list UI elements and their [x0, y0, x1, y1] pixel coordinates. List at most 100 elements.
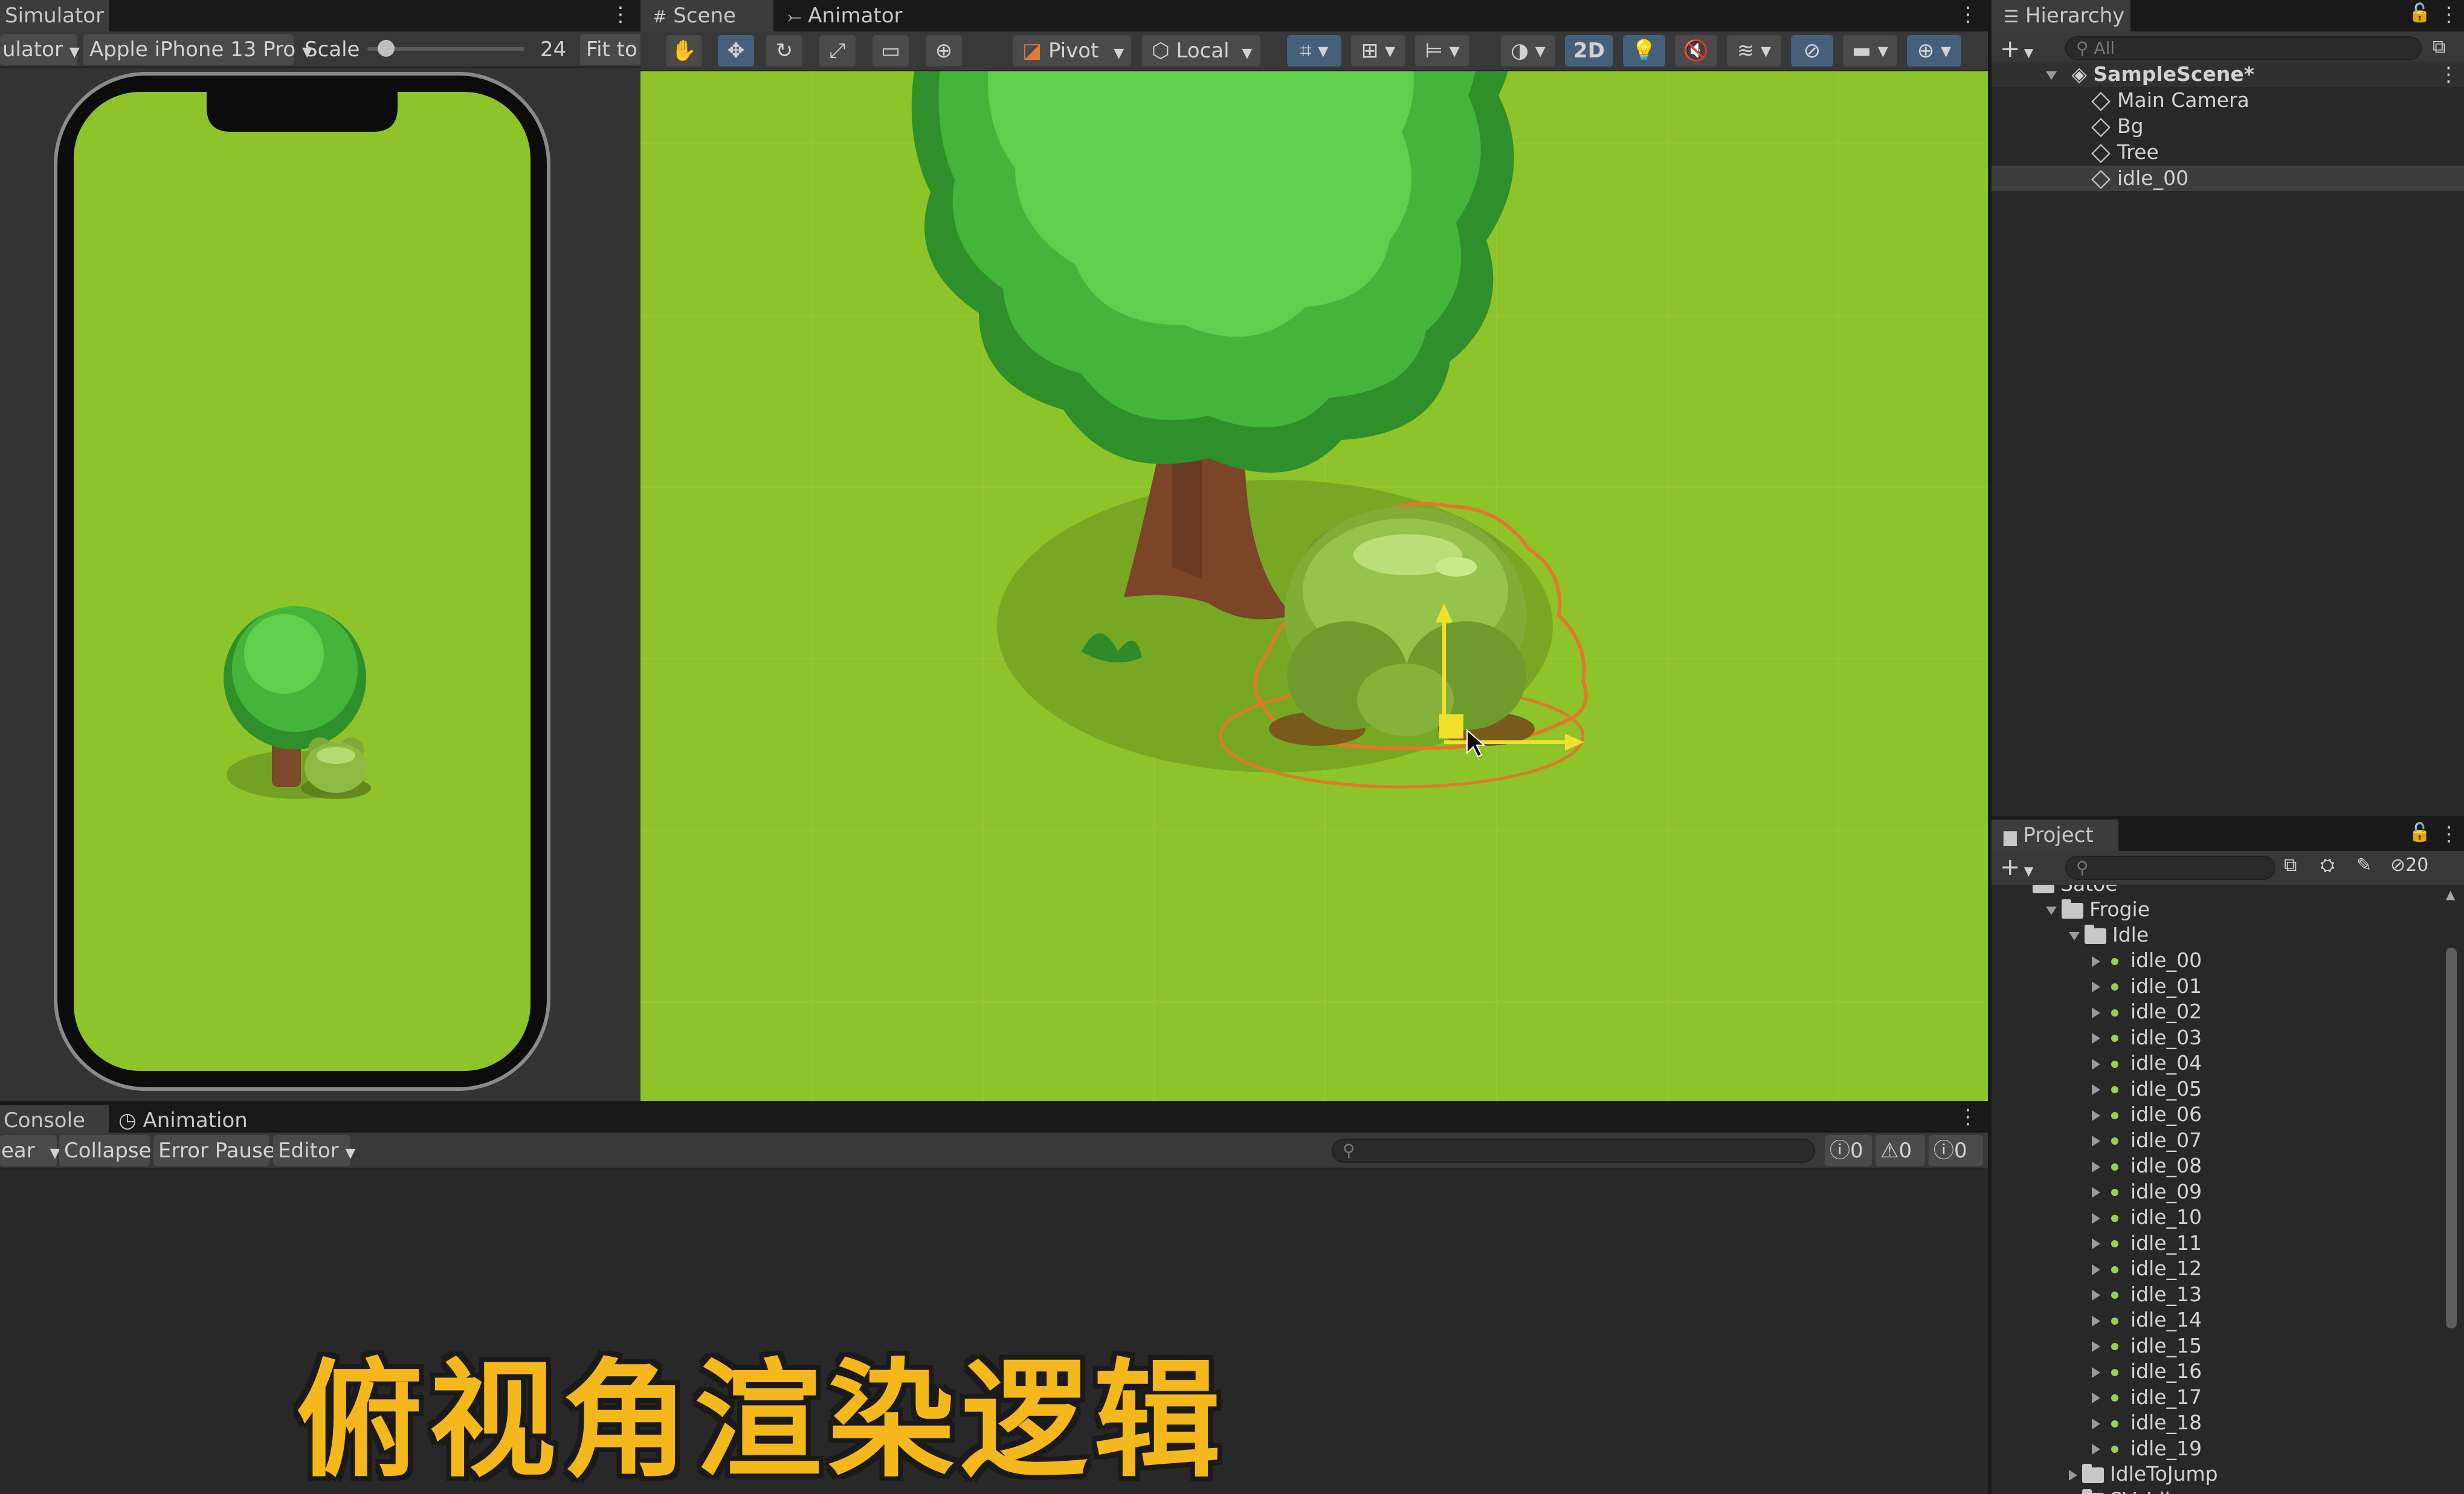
expand-arrow-icon[interactable]	[2092, 1084, 2100, 1095]
expand-arrow-icon[interactable]	[2092, 1033, 2100, 1044]
expand-arrow-icon[interactable]	[2092, 981, 2100, 992]
expand-arrow-icon[interactable]	[2092, 1161, 2100, 1172]
project-asset-row[interactable]: idle_02	[1992, 999, 2202, 1024]
project-asset-row[interactable]: idle_14	[1992, 1307, 2202, 1333]
project-asset-row[interactable]: idle_12	[1992, 1256, 2202, 1281]
error-filter-button[interactable]: ⓘ0	[1929, 1135, 1983, 1166]
tab-simulator[interactable]: Simulator	[0, 0, 109, 31]
expand-arrow-icon[interactable]	[2092, 1418, 2100, 1429]
favorites-icon[interactable]: ✎	[2356, 855, 2372, 876]
project-asset-row[interactable]: idle_13	[1992, 1282, 2202, 1307]
project-asset-row[interactable]: idle_00	[1992, 948, 2202, 973]
scroll-up-icon[interactable]: ▲	[2446, 887, 2455, 902]
project-search-input[interactable]: ⚲	[2065, 856, 2275, 880]
project-asset-row[interactable]: idle_03	[1992, 1025, 2202, 1050]
rect-tool-button[interactable]: ▭	[872, 35, 909, 66]
hidden-objects-toggle-icon[interactable]: ⊘	[1791, 35, 1833, 66]
editor-dropdown[interactable]: Editor ▼	[273, 1135, 355, 1166]
expand-arrow-icon[interactable]	[2092, 1392, 2100, 1403]
transform-tool-button[interactable]: ⊕	[926, 35, 962, 66]
audio-toggle-icon[interactable]: 🔇	[1675, 35, 1717, 66]
info-filter-button[interactable]: ⓘ0	[1825, 1135, 1872, 1166]
expand-arrow-icon[interactable]	[2092, 1290, 2100, 1301]
expand-arrow-icon[interactable]	[2092, 956, 2100, 967]
tab-project[interactable]: ▆ Project	[1992, 820, 2118, 851]
project-folder-row[interactable]: SV_Idle	[1992, 1487, 2182, 1494]
error-pause-button[interactable]: Error Pause	[153, 1135, 276, 1166]
project-asset-row[interactable]: idle_19	[1992, 1436, 2202, 1461]
project-folder-row[interactable]: Frogie	[1992, 897, 2150, 922]
expand-arrow-icon[interactable]	[2092, 1058, 2100, 1070]
pivot-dropdown[interactable]: ◪ Pivot ▼	[1013, 35, 1131, 66]
gizmos-button[interactable]: ⊕ ▾	[1907, 35, 1961, 66]
effects-toggle-icon[interactable]: ≋ ▾	[1727, 35, 1781, 66]
hierarchy-menu-icon[interactable]: ⋮	[2439, 2, 2459, 27]
lighting-toggle-icon[interactable]: 💡	[1623, 35, 1665, 66]
tab-hierarchy[interactable]: ☰ Hierarchy	[1992, 0, 2130, 31]
project-asset-row[interactable]: idle_07	[1992, 1128, 2202, 1153]
project-folder-row[interactable]: IdleToJump	[1992, 1461, 2218, 1487]
search-by-label-icon[interactable]: ⛭	[2320, 855, 2335, 876]
mode-2d-button[interactable]: 2D	[1565, 35, 1613, 66]
project-folder-row[interactable]: Satoe	[1992, 885, 2118, 897]
project-asset-row[interactable]: idle_01	[1992, 974, 2202, 999]
lock-icon[interactable]: 🔓	[2408, 822, 2431, 843]
fit-to-button[interactable]: Fit to	[580, 34, 640, 65]
project-asset-row[interactable]: idle_08	[1992, 1153, 2202, 1179]
expand-arrow-icon[interactable]	[2092, 1366, 2100, 1378]
hierarchy-scene-row[interactable]: ◈ SampleScene* ⋮	[1992, 62, 2464, 87]
expand-arrow-icon[interactable]	[2092, 1444, 2100, 1455]
project-asset-row[interactable]: idle_18	[1992, 1410, 2202, 1435]
expand-arrow-icon[interactable]	[2092, 1187, 2100, 1198]
project-scrollbar[interactable]: ▲	[2443, 887, 2459, 1494]
project-folder-row[interactable]: Idle	[1992, 922, 2149, 948]
expand-arrow-icon[interactable]	[2046, 71, 2057, 80]
expand-arrow-icon[interactable]	[2069, 1469, 2077, 1481]
collapse-button[interactable]: Collapse	[59, 1135, 151, 1166]
simulator-menu-icon[interactable]: ⋮	[610, 2, 631, 27]
project-asset-row[interactable]: idle_17	[1992, 1385, 2202, 1410]
console-search-input[interactable]: ⚲	[1332, 1139, 1815, 1163]
create-asset-button[interactable]: + ▼	[2000, 852, 2033, 886]
expand-arrow-icon[interactable]	[2092, 1212, 2100, 1224]
scale-tool-button[interactable]: ⤢	[819, 35, 856, 66]
project-asset-row[interactable]: idle_05	[1992, 1076, 2202, 1102]
hierarchy-search-input[interactable]: ⚲ All	[2065, 36, 2422, 60]
project-asset-row[interactable]: idle_09	[1992, 1179, 2202, 1205]
search-by-type-icon[interactable]: ⧉	[2284, 855, 2297, 876]
simulator-mode-dropdown[interactable]: ulator ▼	[0, 34, 80, 65]
expand-arrow-icon[interactable]	[2092, 1238, 2100, 1249]
project-asset-row[interactable]: idle_15	[1992, 1333, 2202, 1359]
scene-menu-icon[interactable]: ⋮	[1958, 2, 1978, 27]
project-asset-row[interactable]: idle_16	[1992, 1359, 2202, 1384]
expand-arrow-icon[interactable]	[2092, 1341, 2100, 1352]
hierarchy-item[interactable]: Bg	[1992, 114, 2464, 139]
project-asset-row[interactable]: idle_04	[1992, 1050, 2202, 1076]
scene-menu-icon[interactable]: ⋮	[2439, 62, 2459, 87]
hierarchy-item[interactable]: Tree	[1992, 140, 2464, 165]
hand-tool-button[interactable]: ✋	[666, 35, 702, 66]
increment-snap-button[interactable]: ⊨ ▾	[1415, 35, 1469, 66]
scale-slider-thumb[interactable]	[378, 40, 395, 57]
expand-arrow-icon[interactable]	[2092, 1007, 2100, 1018]
tab-scene[interactable]: # Scene	[640, 0, 773, 31]
project-asset-row[interactable]: idle_10	[1992, 1205, 2202, 1230]
clear-dropdown[interactable]: ear ▼	[0, 1135, 60, 1166]
hierarchy-item-selected[interactable]: idle_00	[1992, 166, 2464, 191]
scrollbar-thumb[interactable]	[2446, 948, 2457, 1328]
project-asset-row[interactable]: idle_11	[1992, 1230, 2202, 1256]
expand-arrow-icon[interactable]	[2069, 931, 2080, 940]
device-dropdown[interactable]: Apple iPhone 13 Pro ▼	[83, 34, 312, 65]
project-asset-row[interactable]: idle_06	[1992, 1102, 2202, 1127]
console-menu-icon[interactable]: ⋮	[1958, 1105, 1978, 1129]
camera-settings-button[interactable]: ▬ ▾	[1843, 35, 1897, 66]
project-menu-icon[interactable]: ⋮	[2439, 822, 2459, 846]
local-dropdown[interactable]: ⬡ Local ▼	[1142, 35, 1260, 66]
warning-filter-button[interactable]: ⚠0	[1875, 1135, 1925, 1166]
rotate-tool-button[interactable]: ↻	[766, 35, 802, 66]
expand-arrow-icon[interactable]	[2092, 1136, 2100, 1146]
shading-mode-button[interactable]: ◑ ▾	[1501, 35, 1555, 66]
expand-arrow-icon[interactable]	[2092, 1110, 2100, 1121]
scene-viewport[interactable]	[640, 71, 1988, 1101]
hierarchy-item[interactable]: Main Camera	[1992, 88, 2464, 113]
